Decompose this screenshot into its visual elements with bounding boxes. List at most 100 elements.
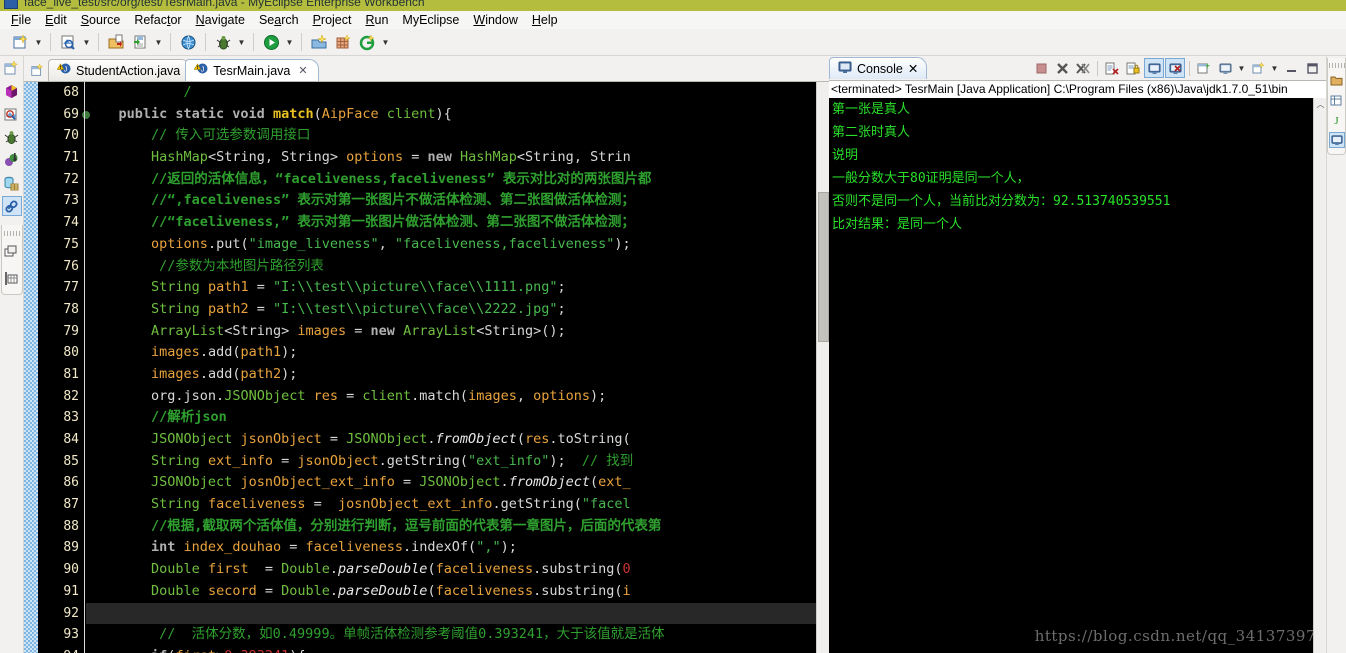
scroll-lock-icon[interactable] bbox=[1123, 58, 1143, 78]
console-view-icon[interactable] bbox=[1328, 132, 1345, 148]
line-number: 84 bbox=[63, 432, 79, 447]
menu-item-project[interactable]: Project bbox=[306, 11, 359, 29]
code-line[interactable] bbox=[86, 602, 829, 625]
package-cube-icon[interactable] bbox=[2, 81, 22, 101]
code-line[interactable]: HashMap<String, String> options = new Ha… bbox=[86, 147, 829, 169]
code-line[interactable]: JSONObject josnObject_ext_info = JSONObj… bbox=[86, 472, 829, 494]
run-dropdown-arrow[interactable]: ▼ bbox=[283, 31, 296, 53]
minimize-button[interactable] bbox=[1281, 58, 1301, 78]
code-line[interactable]: Double first = Double.parseDouble(faceli… bbox=[86, 559, 829, 581]
menu-item-run[interactable]: Run bbox=[358, 11, 395, 29]
code-line[interactable]: String path1 = "I:\\test\\picture\\face\… bbox=[86, 277, 829, 299]
code-line[interactable]: org.json.JSONObject res = client.match(i… bbox=[86, 386, 829, 408]
menu-item-refactor[interactable]: Refactor bbox=[127, 11, 188, 29]
javadoc-icon[interactable]: J bbox=[1329, 112, 1345, 128]
code-line[interactable]: //“,faceliveness” 表示对第一张图片不做活体检测、第二张图做活体… bbox=[86, 190, 829, 212]
code-text[interactable]: / public static void match(AipFace clien… bbox=[86, 82, 829, 653]
console-tab[interactable]: Console ✕ bbox=[829, 57, 928, 79]
menu-item-help[interactable]: Help bbox=[525, 11, 565, 29]
scrollbar-thumb[interactable] bbox=[818, 192, 829, 342]
code-line[interactable]: // 传入可选参数调用接口 bbox=[86, 125, 829, 147]
myeclipse-dropdown-arrow[interactable]: ▼ bbox=[379, 31, 392, 53]
terminate-icon[interactable] bbox=[1031, 58, 1051, 78]
console-output[interactable]: 第一张是真人 第二张时真人 说明 一般分数大于80证明是同一个人， 否则不是同一个人，当… bbox=[829, 98, 1326, 653]
debug-dropdown-arrow[interactable]: ▼ bbox=[235, 31, 248, 53]
open-console-icon[interactable] bbox=[1248, 58, 1268, 78]
code-line[interactable]: images.add(path1); bbox=[86, 342, 829, 364]
code-line[interactable]: if(first>0.393241){ bbox=[86, 646, 829, 653]
editor-tab-studentaction[interactable]: J StudentAction.java bbox=[48, 59, 192, 81]
new-editor-icon[interactable] bbox=[26, 59, 48, 81]
run-icon[interactable] bbox=[259, 31, 283, 53]
print-preview-icon[interactable] bbox=[2, 104, 22, 124]
line-number: 93 bbox=[63, 627, 79, 643]
display-selected-console-icon[interactable] bbox=[1215, 58, 1235, 78]
print-preview-icon[interactable] bbox=[56, 31, 80, 53]
menu-item-search[interactable]: Search bbox=[252, 11, 306, 29]
show-console-on-output-icon[interactable] bbox=[1144, 58, 1164, 78]
code-line[interactable]: / bbox=[86, 82, 829, 104]
code-token: first bbox=[207, 561, 265, 578]
new-wizard-icon[interactable] bbox=[8, 31, 32, 53]
new-wizard-dropdown-arrow[interactable]: ▼ bbox=[32, 31, 45, 53]
code-line[interactable]: images.add(path2); bbox=[86, 364, 829, 386]
debug-bug-icon[interactable] bbox=[2, 127, 22, 147]
code-editor[interactable]: 68 69 70 71 72 73 74 75 76 77 78 79 80 81 82 83 84 85 86 87… bbox=[24, 81, 829, 653]
package-explorer-icon[interactable] bbox=[1329, 72, 1345, 88]
save-all-dropdown-arrow[interactable]: ▼ bbox=[152, 31, 165, 53]
remove-all-terminated-icon[interactable] bbox=[1073, 58, 1093, 78]
menu-item-navigate[interactable]: Navigate bbox=[189, 11, 252, 29]
code-line[interactable]: // 活体分数，如0.49999。单帧活体检测参考阈值0.393241，大于该值… bbox=[86, 624, 829, 646]
code-line[interactable]: int index_douhao = faceliveness.indexOf(… bbox=[86, 537, 829, 559]
code-line[interactable]: Double secord = Double.parseDouble(facel… bbox=[86, 581, 829, 603]
myeclipse-g-icon[interactable] bbox=[355, 31, 379, 53]
maximize-button[interactable] bbox=[1302, 58, 1322, 78]
myeclipse-explorer-icon[interactable] bbox=[2, 150, 22, 170]
clear-console-icon[interactable] bbox=[1102, 58, 1122, 78]
menu-item-edit[interactable]: Edit bbox=[38, 11, 74, 29]
editor-vertical-scrollbar[interactable] bbox=[816, 82, 829, 653]
deploy-icon[interactable] bbox=[307, 31, 331, 53]
outline-icon[interactable] bbox=[1329, 92, 1345, 108]
close-icon[interactable]: ✕ bbox=[908, 61, 918, 76]
code-line[interactable]: //返回的活体信息，“faceliveness,faceliveness” 表示… bbox=[86, 169, 829, 191]
pin-console-icon[interactable] bbox=[1194, 58, 1214, 78]
code-line[interactable]: String ext_info = jsonObject.getString("… bbox=[86, 451, 829, 473]
code-line[interactable]: public static void match(AipFace client)… bbox=[86, 104, 829, 126]
menu-item-myeclipse[interactable]: MyEclipse bbox=[395, 11, 466, 29]
code-line[interactable]: //根据,截取两个活体值，分别进行判断，逗号前面的代表第一章图片，后面的代表第 bbox=[86, 516, 829, 538]
code-line[interactable]: JSONObject jsonObject = JSONObject.fromO… bbox=[86, 429, 829, 451]
show-console-on-error-icon[interactable] bbox=[1165, 58, 1185, 78]
code-line[interactable]: ArrayList<String> images = new ArrayList… bbox=[86, 321, 829, 343]
drag-handle[interactable] bbox=[3, 231, 20, 236]
code-line[interactable]: //参数为本地图片路径列表 bbox=[86, 256, 829, 278]
code-line[interactable]: options.put("image_liveness", "faceliven… bbox=[86, 234, 829, 256]
outline-view-icon[interactable] bbox=[2, 268, 22, 288]
menu-item-window[interactable]: Window bbox=[466, 11, 524, 29]
menu-item-file[interactable]: File bbox=[4, 11, 38, 29]
debug-icon[interactable] bbox=[211, 31, 235, 53]
drag-handle[interactable] bbox=[1328, 63, 1345, 68]
database-icon[interactable] bbox=[2, 173, 22, 193]
code-token: "ext_info" bbox=[468, 452, 550, 469]
display-console-dropdown-arrow[interactable]: ▼ bbox=[1236, 58, 1247, 78]
code-line[interactable]: //“faceliveness,” 表示对第一张图片做活体检测、第二张图不做活体… bbox=[86, 212, 829, 234]
scroll-up-icon[interactable]: ︿ bbox=[1314, 98, 1326, 111]
open-console-dropdown-arrow[interactable]: ▼ bbox=[1269, 58, 1280, 78]
print-preview-dropdown-arrow[interactable]: ▼ bbox=[80, 31, 93, 53]
code-line[interactable]: String path2 = "I:\\test\\picture\\face\… bbox=[86, 299, 829, 321]
code-line[interactable]: String faceliveness = josnObject_ext_inf… bbox=[86, 494, 829, 516]
editor-tab-tesrmain[interactable]: J TesrMain.java ✕ bbox=[185, 59, 319, 81]
new-perspective-icon[interactable] bbox=[2, 58, 22, 78]
save-all-icon[interactable] bbox=[128, 31, 152, 53]
export-icon[interactable] bbox=[104, 31, 128, 53]
restore-view-icon[interactable] bbox=[2, 242, 22, 262]
remove-launch-icon[interactable] bbox=[1052, 58, 1072, 78]
menu-item-source[interactable]: Source bbox=[74, 11, 128, 29]
code-line[interactable]: //解析json bbox=[86, 407, 829, 429]
close-icon[interactable]: ✕ bbox=[298, 64, 307, 77]
console-vertical-scrollbar[interactable]: ︿ bbox=[1313, 98, 1326, 653]
globe-icon[interactable] bbox=[176, 31, 200, 53]
link-editor-icon[interactable] bbox=[1, 196, 22, 216]
database-grid-icon[interactable] bbox=[331, 31, 355, 53]
